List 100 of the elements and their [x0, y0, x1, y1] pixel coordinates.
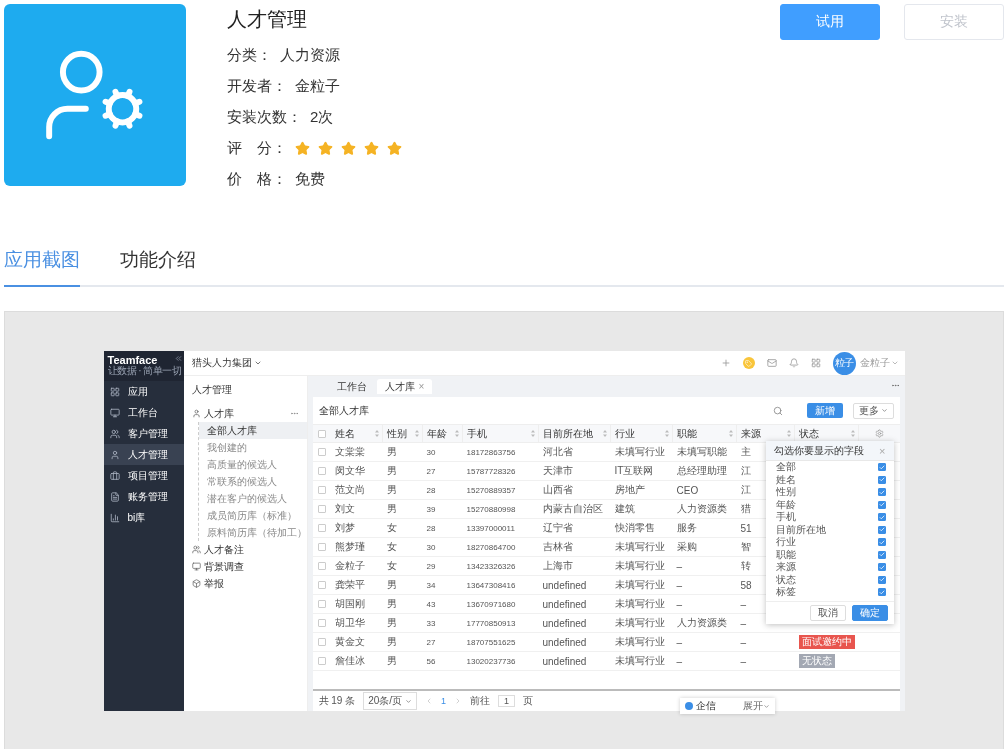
page-tab[interactable]: 人才库 × [376, 379, 433, 394]
table-cell-text: 18270864700 [465, 542, 517, 552]
table-cell-text: 闵文华 [333, 464, 366, 478]
nav-item[interactable]: bi库 [103, 507, 184, 528]
field-label: 目前所在地 [775, 522, 826, 536]
table-cell-text: 范文尚 [333, 483, 366, 497]
table-cell-text: 男 [385, 635, 398, 649]
table-cell-text: 56 [425, 656, 437, 666]
checkbox[interactable] [877, 525, 886, 534]
sort-icon[interactable] [374, 430, 379, 437]
nav-item[interactable]: 人才管理 [103, 444, 184, 465]
page-number[interactable]: 1 [441, 696, 447, 706]
search-icon[interactable] [772, 405, 783, 416]
expand-link[interactable]: 展开 [742, 699, 770, 713]
settings-icon[interactable] [874, 429, 884, 438]
nav-item[interactable]: 应用 [103, 381, 184, 402]
add-icon[interactable] [720, 358, 731, 368]
sort-icon[interactable] [664, 430, 669, 437]
table-cell-text: 男 [385, 597, 398, 611]
nav-item[interactable]: 客户管理 [103, 423, 184, 444]
bell-icon[interactable] [788, 358, 799, 368]
sort-icon[interactable] [454, 430, 459, 437]
checkbox[interactable] [317, 467, 326, 475]
page-tab[interactable]: 工作台 [328, 379, 375, 394]
sort-icon[interactable] [728, 430, 733, 437]
tree-item[interactable]: 常联系的候选人 [198, 473, 307, 490]
tab[interactable]: 功能介绍 [120, 247, 196, 287]
nav-item[interactable]: 账务管理 [103, 486, 184, 507]
checkbox[interactable] [877, 550, 886, 559]
tree-item[interactable]: 我创建的 [198, 439, 307, 456]
checkbox[interactable] [317, 619, 326, 627]
tree-item[interactable]: 潜在客户的候选人 [198, 490, 307, 507]
sort-icon[interactable] [602, 430, 607, 437]
checkbox[interactable] [317, 543, 326, 551]
tree-item[interactable]: 原料简历库（待加工） [198, 524, 307, 541]
table-cell-text: 13670971680 [465, 599, 517, 609]
checkbox[interactable] [317, 429, 326, 438]
nav-item[interactable]: 工作台 [103, 402, 184, 423]
checkbox[interactable] [877, 463, 886, 472]
table-cell-text: 人力资源类 [675, 616, 728, 630]
more-icon[interactable] [289, 409, 299, 418]
checkbox[interactable] [877, 538, 886, 547]
checkbox[interactable] [317, 562, 326, 570]
table-cell-text: 30 [425, 447, 437, 457]
page-size-select[interactable]: 20条/页 [363, 692, 418, 710]
tree-group[interactable]: 人才库 [183, 405, 307, 422]
checkbox[interactable] [877, 513, 886, 522]
caret-icon [890, 359, 899, 367]
checkbox[interactable] [877, 563, 886, 572]
page-input[interactable]: 1 [498, 695, 516, 707]
sort-icon[interactable] [530, 430, 535, 437]
brand-name: Teamface [107, 354, 158, 366]
table-cell-text: undefined [541, 598, 588, 610]
table-cell-text: 黄金文 [333, 635, 366, 649]
checkbox[interactable] [877, 488, 886, 497]
collapse-icon[interactable] [173, 354, 183, 363]
table-cell-text: 猎 [739, 502, 752, 516]
checkbox[interactable] [317, 638, 326, 646]
checkbox[interactable] [877, 588, 886, 597]
checkbox[interactable] [877, 475, 886, 484]
table-cell-text: 28 [425, 523, 437, 533]
table-cell-text: – [739, 655, 748, 667]
badge-icon[interactable] [742, 357, 755, 369]
grid-icon[interactable] [810, 358, 821, 368]
info-label: 开发者： [227, 77, 287, 96]
mail-icon[interactable] [766, 358, 777, 368]
star-icon [341, 141, 356, 156]
checkbox[interactable] [317, 505, 326, 513]
tree-item[interactable]: 高质量的候选人 [198, 456, 307, 473]
table-cell-text: 43 [425, 599, 437, 609]
checkbox[interactable] [877, 575, 886, 584]
cancel-button[interactable]: 取消 [809, 604, 846, 621]
checkbox[interactable] [317, 448, 326, 456]
table-cell-text: – [739, 636, 748, 648]
checkbox[interactable] [317, 486, 326, 494]
more-button[interactable]: 更多 [852, 402, 894, 419]
caret-icon [880, 407, 888, 414]
tree-group[interactable]: 举报 [183, 575, 307, 592]
checkbox[interactable] [317, 657, 326, 665]
table-cell-text: 河北省 [541, 445, 574, 459]
checkbox[interactable] [877, 500, 886, 509]
table-cell-text: 27 [425, 466, 437, 476]
checkbox[interactable] [317, 524, 326, 532]
chat-widget[interactable]: 企信 展开 [679, 698, 775, 714]
tree-item[interactable]: 全部人才库 [198, 422, 307, 439]
company-switcher[interactable]: 猎头人力集团 [191, 356, 262, 370]
info-label: 安装次数： [227, 108, 302, 127]
sort-icon[interactable] [786, 430, 791, 437]
nav-item[interactable]: 项目管理 [103, 465, 184, 486]
sort-icon[interactable] [850, 430, 855, 437]
table-cell-text: 15270880998 [465, 504, 517, 514]
checkbox[interactable] [317, 600, 326, 608]
table-cell-text: 51 [739, 522, 753, 534]
table-cell-text: 金粒子 [333, 559, 366, 573]
table-cell-text: 人力资源类 [675, 502, 728, 516]
sort-icon[interactable] [414, 430, 419, 437]
checkbox[interactable] [317, 581, 326, 589]
tree-item[interactable]: 成员简历库（标准） [198, 507, 307, 524]
tree-group[interactable]: 背景调查 [183, 558, 307, 575]
tree-group[interactable]: 人才备注 [183, 541, 307, 558]
